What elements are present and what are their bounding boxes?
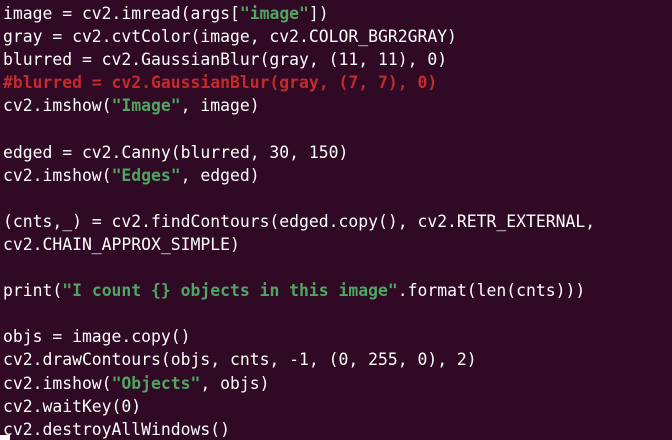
code-text: cv2.destroyAllWindows() xyxy=(3,419,230,439)
code-text: cv2.imshow( xyxy=(3,373,112,393)
code-line: image = cv2.imread(args["image"]) xyxy=(3,2,672,25)
code-text: cv2.imshow( xyxy=(3,96,112,116)
code-line: blurred = cv2.GaussianBlur(gray, (11, 11… xyxy=(3,48,672,71)
string-literal: "Image" xyxy=(111,96,181,116)
string-literal: "I count {} objects in this image" xyxy=(62,281,398,301)
code-text: ]) xyxy=(308,4,329,23)
code-text: objs = image.copy() xyxy=(3,327,191,347)
code-line: cv2.imshow("Edges", edged) xyxy=(3,164,672,187)
code-line: cv2.CHAIN_APPROX_SIMPLE) xyxy=(3,233,672,256)
code-text: , edged) xyxy=(180,165,260,185)
code-line: (cnts,_) = cv2.findContours(edged.copy()… xyxy=(3,210,672,233)
string-literal: "Objects" xyxy=(111,373,201,393)
code-line: #blurred = cv2.GaussianBlur(gray, (7, 7)… xyxy=(3,71,672,94)
code-line: cv2.imshow("Objects", objs) xyxy=(3,372,672,395)
code-line: cv2.drawContours(objs, cnts, -1, (0, 255… xyxy=(3,348,672,371)
code-text: image = cv2.imread(args[ xyxy=(3,4,240,23)
code-text: cv2.imshow( xyxy=(3,165,112,185)
code-text: cv2.CHAIN_APPROX_SIMPLE) xyxy=(3,234,240,254)
string-literal: "image" xyxy=(239,4,309,23)
code-text: gray = cv2.cvtColor(image, cv2.COLOR_BGR… xyxy=(3,27,457,47)
string-literal: "Edges" xyxy=(111,165,181,185)
code-area[interactable]: image = cv2.imread(args["image"]) gray = … xyxy=(3,2,672,440)
code-line: cv2.destroyAllWindows() xyxy=(3,418,672,440)
comment-text: #blurred = cv2.GaussianBlur(gray, (7, 7)… xyxy=(3,73,438,93)
code-line: cv2.imshow("Image", image) xyxy=(3,94,672,117)
code-text: cv2.drawContours(objs, cnts, -1, (0, 255… xyxy=(3,350,477,370)
code-text: edged = cv2.Canny(blurred, 30, 150) xyxy=(3,142,349,162)
code-text: , image) xyxy=(180,96,260,116)
code-text: cv2.waitKey(0) xyxy=(3,396,142,416)
code-line: edged = cv2.Canny(blurred, 30, 150) xyxy=(3,141,672,164)
text-cursor xyxy=(0,435,10,440)
terminal-editor[interactable]: image = cv2.imread(args["image"]) gray = … xyxy=(0,0,672,440)
code-text: .format(len(cnts))) xyxy=(397,281,586,301)
code-line: cv2.waitKey(0) xyxy=(3,395,672,418)
code-text: (cnts,_) = cv2.findContours(edged.copy()… xyxy=(3,211,596,231)
code-text: print( xyxy=(3,281,63,301)
code-line: gray = cv2.cvtColor(image, cv2.COLOR_BGR… xyxy=(3,25,672,48)
code-text: blurred = cv2.GaussianBlur(gray, (11, 11… xyxy=(3,50,448,70)
code-text: , objs) xyxy=(200,373,270,393)
code-line: objs = image.copy() xyxy=(3,325,672,348)
code-line: print("I count {} objects in this image"… xyxy=(3,279,672,302)
